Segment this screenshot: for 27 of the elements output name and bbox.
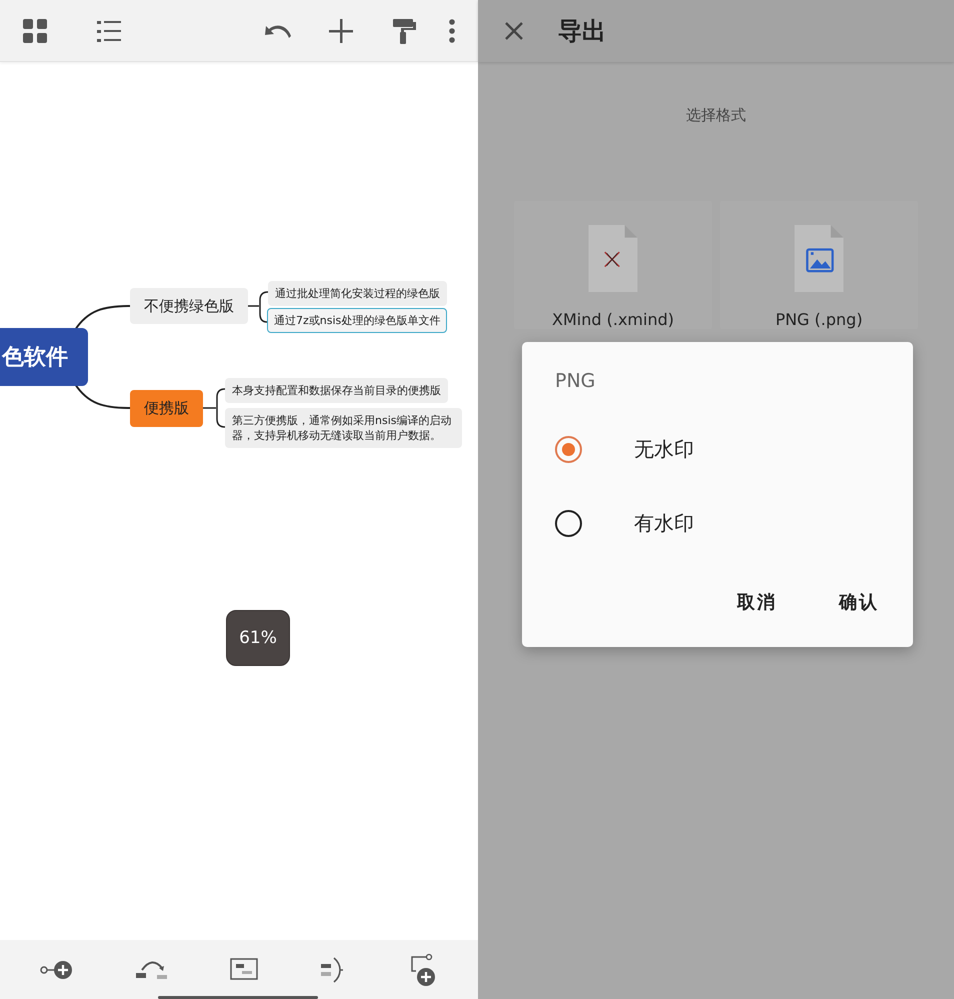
root-topic[interactable]: 色软件 [0, 328, 88, 386]
option-label[interactable]: 有水印 [634, 510, 694, 536]
radio-button[interactable] [555, 436, 582, 462]
subtopic-node[interactable]: 通过7z或nsis处理的绿色版单文件 [267, 308, 448, 333]
topic-node[interactable]: 便携版 [130, 390, 203, 427]
connector-line [74, 383, 130, 409]
zoom-level-badge: 61% [226, 610, 290, 666]
dialog-button[interactable]: 取消 [721, 582, 793, 622]
dialog-button[interactable]: 确认 [823, 582, 895, 622]
section-label: 选择格式 [686, 106, 746, 125]
bracket-line [202, 388, 226, 428]
format-label: XMind (.xmind) [552, 310, 674, 329]
subtopic-node[interactable]: 第三方便携版，通常例如采用nsis编译的启动器，支持异机移动无缝读取当前用户数据。 [225, 408, 462, 448]
dialog-title: PNG [555, 370, 596, 392]
file-icon [586, 225, 640, 292]
format-label: PNG (.png) [775, 310, 863, 329]
topic-node[interactable]: 不便携绿色版 [130, 288, 248, 324]
option-label[interactable]: 无水印 [634, 436, 694, 462]
image-file-icon [792, 225, 846, 292]
connector-line [74, 305, 130, 331]
subtopic-node[interactable]: 通过批处理简化安装过程的绿色版 [268, 281, 447, 306]
radio-button[interactable] [555, 510, 582, 536]
page-title: 导出 [558, 16, 606, 47]
bracket-line [246, 291, 269, 323]
subtopic-node[interactable]: 本身支持配置和数据保存当前目录的便携版 [225, 378, 448, 403]
frame-icon[interactable] [228, 956, 259, 982]
close-icon[interactable] [504, 21, 524, 41]
